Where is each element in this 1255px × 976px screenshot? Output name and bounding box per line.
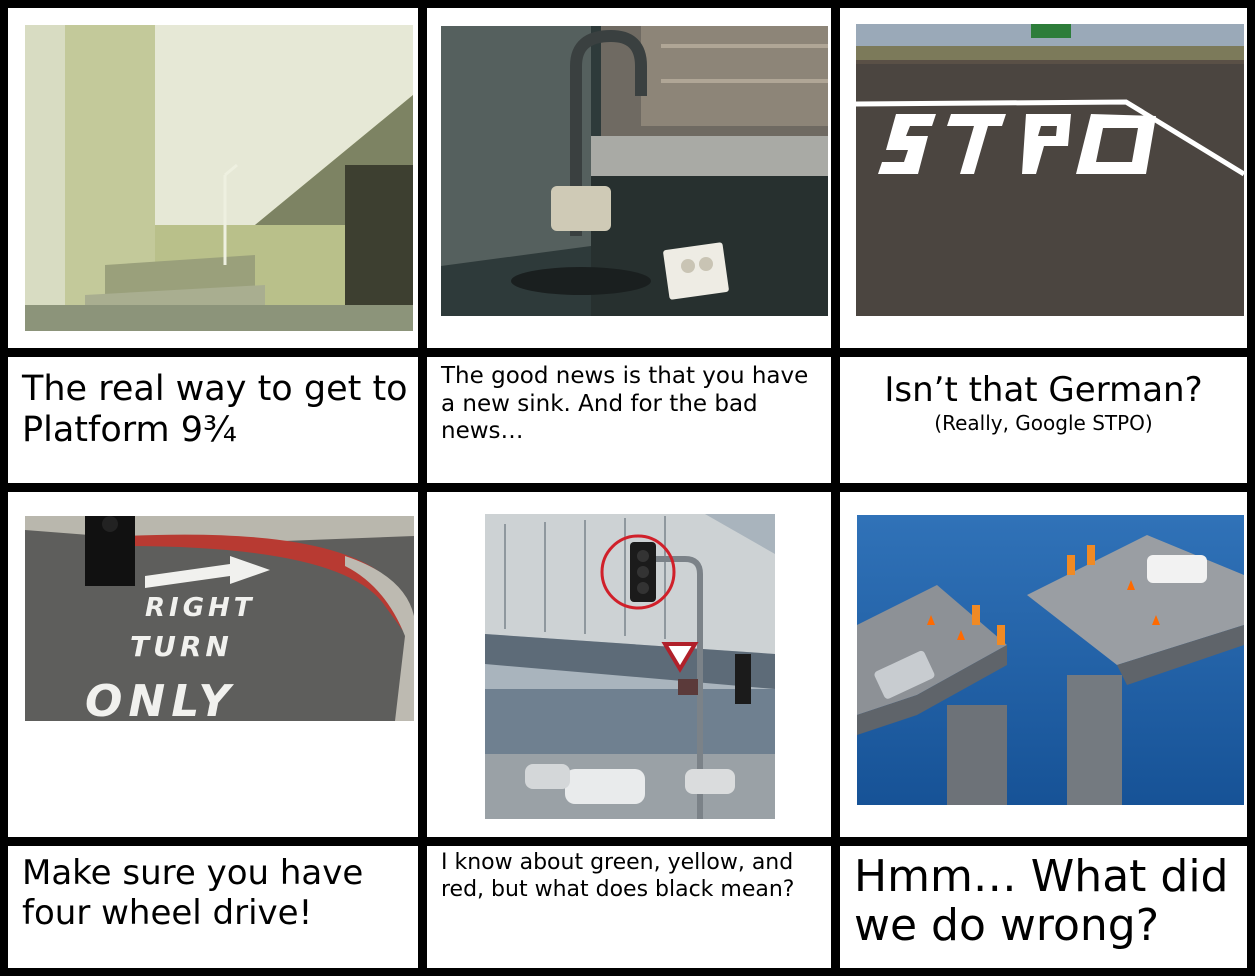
panel-sink-caption-cell: The good news is that you have a new sin…: [427, 357, 831, 483]
misspelled-stop-road-photo: [856, 24, 1244, 316]
caption-text: The good news is that you have a new sin…: [441, 363, 809, 445]
panel-stpo-caption-cell: Isn’t that German? (Really, Google STPO): [840, 357, 1247, 483]
caption-text: Isn’t that German?: [884, 370, 1203, 410]
caption-block: Isn’t that German? (Really, Google STPO): [840, 370, 1247, 436]
grid-divider-row-2: [0, 483, 1255, 492]
misaligned-bridge-photo: [857, 515, 1244, 805]
panel-bridge-image-cell: [840, 492, 1247, 837]
panel-bridge-caption-cell: Hmm… What did we do wrong?: [840, 846, 1247, 968]
caption-text: Hmm… What did we do wrong?: [854, 851, 1229, 952]
panel-rightturn-image-cell: RIGHT TURN ONLY: [8, 492, 418, 837]
panel-platform-image-cell: [8, 8, 418, 348]
grid-divider-row-3: [0, 837, 1255, 846]
panel-rightturn-caption-cell: Make sure you have four wheel drive!: [8, 846, 418, 968]
road-text-turn: TURN: [130, 630, 233, 663]
road-text-only: ONLY: [85, 676, 236, 721]
caption-subtext: (Really, Google STPO): [934, 411, 1153, 436]
caption-text: Make sure you have four wheel drive!: [22, 853, 364, 933]
grid-divider-row-1: [0, 348, 1255, 357]
panel-blacklight-caption-cell: I know about green, yellow, and red, but…: [427, 846, 831, 968]
panel-blacklight-image-cell: [427, 492, 831, 837]
faucet-over-outlet-photo: [441, 26, 828, 316]
meme-grid: The real way to get to Platform 9¾ The g…: [0, 0, 1255, 976]
panel-stpo-image-cell: [840, 8, 1247, 348]
right-turn-only-road-photo: RIGHT TURN ONLY: [25, 516, 414, 721]
caption-text: The real way to get to Platform 9¾: [22, 369, 408, 450]
black-traffic-light-photo: [485, 514, 775, 819]
grid-border-top: [0, 0, 1255, 8]
panel-sink-image-cell: [427, 8, 831, 348]
caption-text: I know about green, yellow, and red, but…: [441, 850, 795, 902]
grid-border-bottom: [0, 968, 1255, 976]
road-text-right: RIGHT: [145, 593, 256, 623]
stairwell-photo: [25, 25, 413, 331]
panel-platform-caption-cell: The real way to get to Platform 9¾: [8, 357, 418, 483]
